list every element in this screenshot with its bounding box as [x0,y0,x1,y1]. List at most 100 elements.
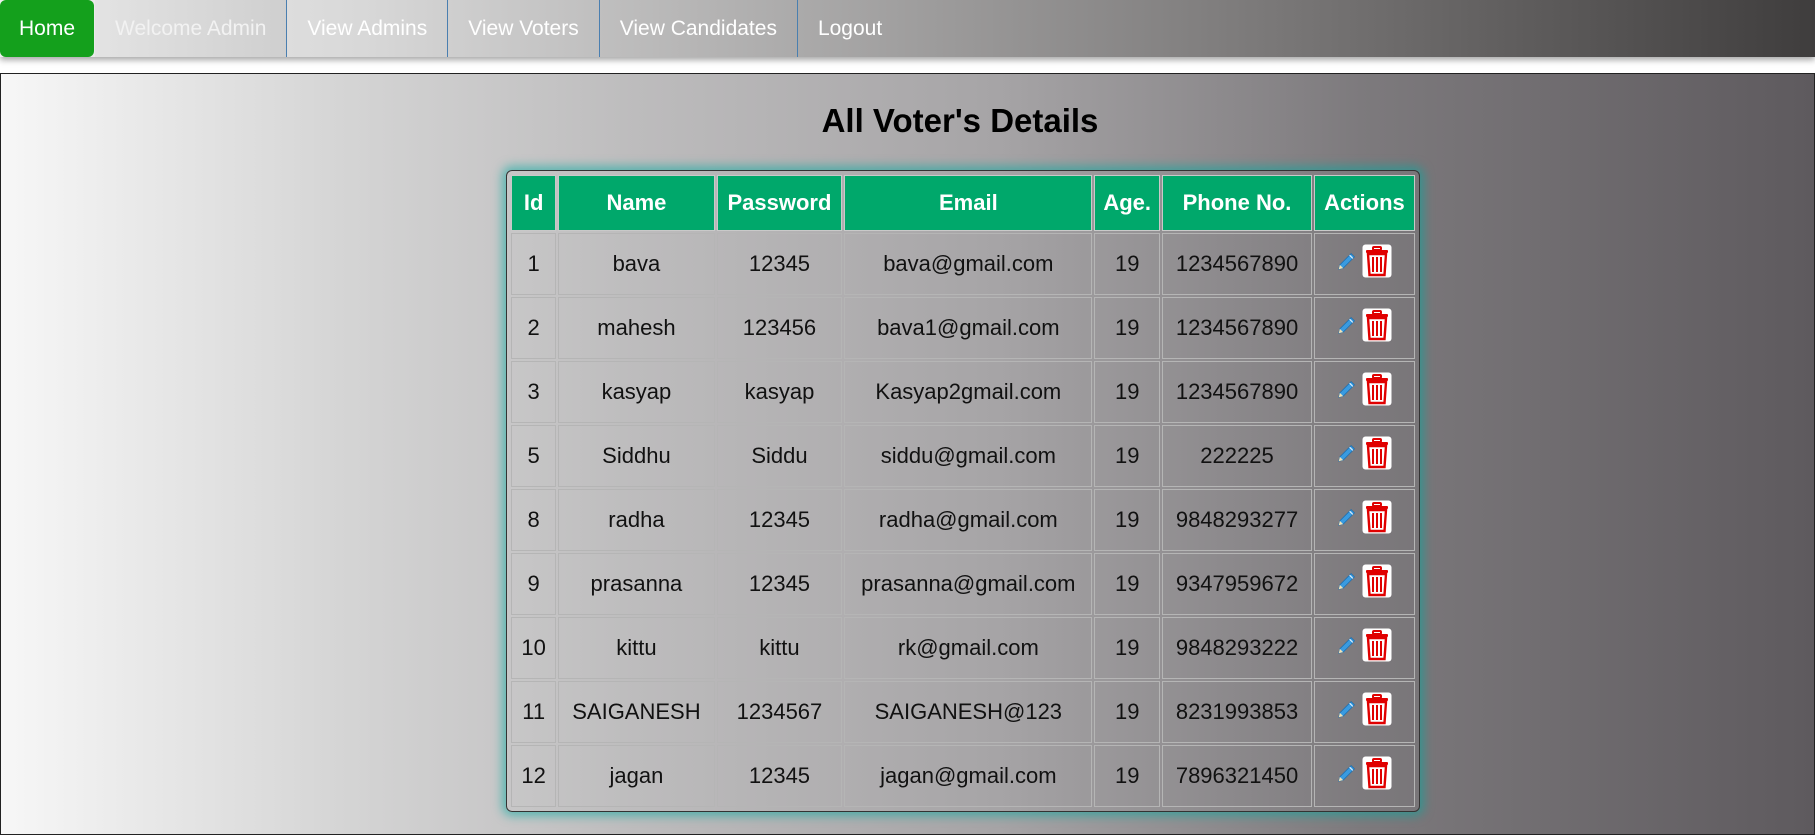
cell-name: bava [558,233,715,295]
cell-email: radha@gmail.com [844,489,1093,551]
cell-id: 9 [511,553,557,615]
trash-icon[interactable] [1362,564,1392,604]
edit-icon[interactable] [1336,570,1358,598]
cell-actions [1313,681,1415,743]
cell-id: 3 [511,361,557,423]
cell-password: 12345 [716,553,843,615]
cell-password: kasyap [716,361,843,423]
cell-phone: 7896321450 [1162,745,1312,807]
cell-id: 12 [511,745,557,807]
cell-id: 2 [511,297,557,359]
nav-home[interactable]: Home [0,0,95,57]
cell-email: bava1@gmail.com [844,297,1093,359]
table-row: 3 kasyap kasyap Kasyap2gmail.com 19 1234… [511,361,1415,423]
cell-actions [1313,425,1415,487]
cell-actions [1313,745,1415,807]
table-row: 8 radha 12345 radha@gmail.com 19 9848293… [511,489,1415,551]
cell-actions [1313,233,1415,295]
cell-age: 19 [1094,297,1161,359]
cell-name: Siddhu [558,425,715,487]
cell-name: SAIGANESH [558,681,715,743]
trash-icon[interactable] [1362,756,1392,796]
edit-icon[interactable] [1336,698,1358,726]
cell-age: 19 [1094,681,1161,743]
cell-email: rk@gmail.com [844,617,1093,679]
header-name: Name [558,175,715,231]
cell-email: bava@gmail.com [844,233,1093,295]
cell-password: 12345 [716,233,843,295]
cell-email: jagan@gmail.com [844,745,1093,807]
cell-email: siddu@gmail.com [844,425,1093,487]
cell-actions [1313,617,1415,679]
cell-age: 19 [1094,233,1161,295]
cell-actions [1313,553,1415,615]
cell-age: 19 [1094,745,1161,807]
edit-icon[interactable] [1336,634,1358,662]
cell-id: 5 [511,425,557,487]
cell-id: 1 [511,233,557,295]
nav-view-candidates[interactable]: View Candidates [600,0,798,57]
table-row: 11 SAIGANESH 1234567 SAIGANESH@123 19 82… [511,681,1415,743]
cell-phone: 1234567890 [1162,297,1312,359]
edit-icon[interactable] [1336,314,1358,342]
cell-id: 11 [511,681,557,743]
cell-name: kittu [558,617,715,679]
trash-icon[interactable] [1362,308,1392,348]
edit-icon[interactable] [1336,250,1358,278]
cell-password: 123456 [716,297,843,359]
cell-password: Siddu [716,425,843,487]
cell-age: 19 [1094,361,1161,423]
table-row: 1 bava 12345 bava@gmail.com 19 123456789… [511,233,1415,295]
cell-name: jagan [558,745,715,807]
top-nav: Home Welcome Admin View Admins View Vote… [0,0,1815,57]
header-actions: Actions [1313,175,1415,231]
cell-phone: 9848293222 [1162,617,1312,679]
trash-icon[interactable] [1362,500,1392,540]
cell-id: 8 [511,489,557,551]
cell-password: 1234567 [716,681,843,743]
table-header-row: Id Name Password Email Age. Phone No. Ac… [511,175,1415,231]
table-row: 10 kittu kittu rk@gmail.com 19 984829322… [511,617,1415,679]
header-age: Age. [1094,175,1161,231]
cell-email: prasanna@gmail.com [844,553,1093,615]
edit-icon[interactable] [1336,762,1358,790]
cell-actions [1313,489,1415,551]
trash-icon[interactable] [1362,692,1392,732]
table-row: 5 Siddhu Siddu siddu@gmail.com 19 222225 [511,425,1415,487]
cell-actions [1313,361,1415,423]
cell-password: kittu [716,617,843,679]
table-row: 2 mahesh 123456 bava1@gmail.com 19 12345… [511,297,1415,359]
cell-password: 12345 [716,745,843,807]
trash-icon[interactable] [1362,244,1392,284]
cell-phone: 9347959672 [1162,553,1312,615]
trash-icon[interactable] [1362,628,1392,668]
edit-icon[interactable] [1336,378,1358,406]
edit-icon[interactable] [1336,442,1358,470]
edit-icon[interactable] [1336,506,1358,534]
voters-table: Id Name Password Email Age. Phone No. Ac… [509,173,1417,809]
cell-age: 19 [1094,425,1161,487]
nav-welcome-admin: Welcome Admin [95,0,288,57]
trash-icon[interactable] [1362,436,1392,476]
cell-phone: 222225 [1162,425,1312,487]
trash-icon[interactable] [1362,372,1392,412]
voters-table-container: Id Name Password Email Age. Phone No. Ac… [506,170,1420,812]
cell-actions [1313,297,1415,359]
cell-id: 10 [511,617,557,679]
nav-logout[interactable]: Logout [798,0,902,57]
cell-age: 19 [1094,617,1161,679]
cell-name: prasanna [558,553,715,615]
header-phone: Phone No. [1162,175,1312,231]
cell-phone: 1234567890 [1162,233,1312,295]
cell-age: 19 [1094,489,1161,551]
cell-password: 12345 [716,489,843,551]
cell-name: kasyap [558,361,715,423]
cell-phone: 8231993853 [1162,681,1312,743]
nav-view-voters[interactable]: View Voters [448,0,600,57]
cell-name: radha [558,489,715,551]
table-body: 1 bava 12345 bava@gmail.com 19 123456789… [511,233,1415,807]
table-row: 9 prasanna 12345 prasanna@gmail.com 19 9… [511,553,1415,615]
cell-age: 19 [1094,553,1161,615]
nav-view-admins[interactable]: View Admins [287,0,449,57]
page-title: All Voter's Details [821,102,1099,139]
